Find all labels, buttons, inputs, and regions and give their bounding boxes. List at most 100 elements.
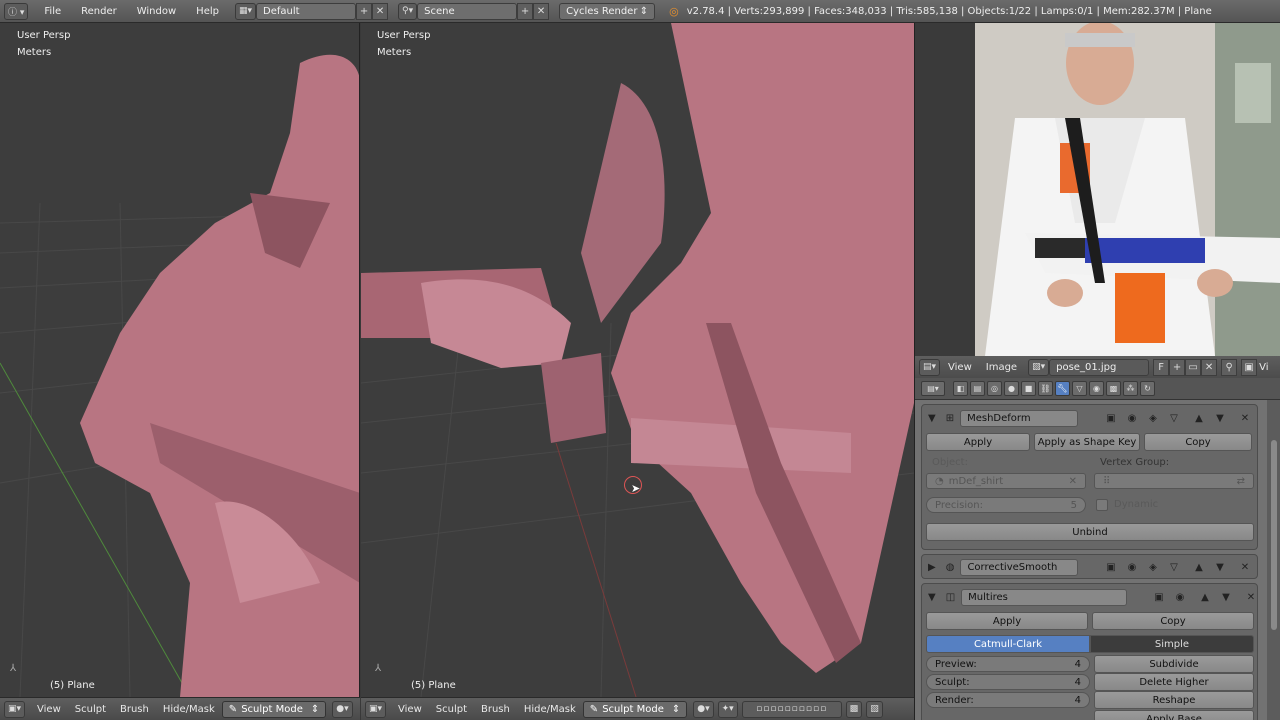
add-layout-button[interactable]: + — [356, 2, 373, 20]
remove-modifier-icon[interactable]: ✕ — [1243, 589, 1259, 605]
scrollbar-thumb[interactable] — [1271, 440, 1277, 630]
fake-user-button[interactable]: F — [1153, 358, 1170, 376]
object-field[interactable]: ◔ mDef_shirt ✕ — [926, 473, 1086, 489]
apply-as-shape-key-button[interactable]: Apply as Shape Key — [1034, 433, 1140, 451]
menu-help[interactable]: Help — [196, 6, 219, 17]
viewport-main[interactable]: User Persp Meters ➤ ⅄ (5) Plane — [361, 23, 914, 697]
render-levels-field[interactable]: Render: 4 — [926, 692, 1090, 708]
menu-brush[interactable]: Brush — [481, 704, 510, 715]
menu-file[interactable]: File — [44, 6, 61, 17]
menu-window[interactable]: Window — [137, 6, 176, 17]
material-tab-icon[interactable]: ◉ — [1089, 381, 1104, 396]
menu-sculpt[interactable]: Sculpt — [436, 704, 467, 715]
open-image-icon[interactable]: ▭ — [1185, 358, 1202, 376]
move-down-icon[interactable]: ▼ — [1212, 559, 1228, 575]
vertex-group-field[interactable]: ⠿ ⇄ — [1094, 473, 1254, 489]
precision-field[interactable]: Precision: 5 — [926, 497, 1086, 513]
editor-type-icon[interactable]: ▣▾ — [4, 700, 26, 718]
menu-view[interactable]: View — [37, 704, 61, 715]
shading-icon[interactable]: ●▾ — [332, 700, 353, 718]
unlink-image-icon[interactable]: ✕ — [1201, 358, 1218, 376]
visibility-eye-icon[interactable]: ◉ — [1124, 410, 1140, 426]
invert-icon[interactable]: ⇄ — [1237, 476, 1245, 487]
move-down-icon[interactable]: ▼ — [1212, 410, 1228, 426]
screen-layout-icon[interactable]: ▦▾ — [234, 2, 257, 20]
catmull-clark-toggle[interactable]: Catmull-Clark — [926, 635, 1090, 653]
scene-tab-icon[interactable]: ◎ — [987, 381, 1002, 396]
scene-icon[interactable]: ⚲▾ — [398, 2, 418, 20]
reshape-button[interactable]: Reshape — [1094, 691, 1254, 709]
dynamic-checkbox[interactable] — [1096, 499, 1108, 511]
menu-view[interactable]: View — [948, 362, 972, 373]
render-preview-icon[interactable]: ▩ — [845, 700, 863, 718]
pin-icon[interactable]: ⚲ — [1221, 358, 1238, 376]
shading-icon[interactable]: ●▾ — [693, 700, 714, 718]
remove-layout-button[interactable]: ✕ — [372, 2, 389, 20]
remove-scene-button[interactable]: ✕ — [533, 2, 550, 20]
scene-field[interactable]: Scene — [417, 2, 518, 20]
menu-brush[interactable]: Brush — [120, 704, 149, 715]
collapse-arrow-icon[interactable]: ▼ — [928, 592, 936, 603]
expand-arrow-icon[interactable]: ▶ — [928, 562, 936, 573]
screen-layout-field[interactable]: Default — [256, 2, 357, 20]
remove-modifier-icon[interactable]: ✕ — [1237, 410, 1253, 426]
menu-render[interactable]: Render — [81, 6, 117, 17]
editor-type-icon[interactable]: ▣▾ — [365, 700, 387, 718]
editor-type-icon[interactable]: ▤▾ — [919, 358, 941, 376]
apply-button[interactable]: Apply — [926, 612, 1088, 630]
modifiers-tab-icon[interactable]: 🔧︎ — [1055, 381, 1070, 396]
menu-sculpt[interactable]: Sculpt — [75, 704, 106, 715]
render-layers-tab-icon[interactable]: ▤ — [970, 381, 985, 396]
move-up-icon[interactable]: ▲ — [1191, 410, 1207, 426]
render-toggle-icon[interactable]: ◈ — [1145, 559, 1161, 575]
copy-button[interactable]: Copy — [1144, 433, 1252, 451]
data-tab-icon[interactable]: ▽ — [1072, 381, 1087, 396]
preview-levels-field[interactable]: Preview: 4 — [926, 656, 1090, 672]
physics-tab-icon[interactable]: ↻ — [1140, 381, 1155, 396]
remove-modifier-icon[interactable]: ✕ — [1237, 559, 1253, 575]
image-name-field[interactable]: pose_01.jpg — [1049, 358, 1150, 376]
delete-higher-button[interactable]: Delete Higher — [1094, 673, 1254, 691]
menu-hide-mask[interactable]: Hide/Mask — [524, 704, 576, 715]
new-image-icon[interactable]: + — [1169, 358, 1186, 376]
simple-toggle[interactable]: Simple — [1090, 635, 1254, 653]
clear-x-icon[interactable]: ✕ — [1069, 476, 1077, 487]
visibility-eye-icon[interactable]: ◉ — [1172, 589, 1188, 605]
menu-view[interactable]: View — [398, 704, 422, 715]
image-browse-icon[interactable]: ▧▾ — [1028, 358, 1050, 376]
mode-select[interactable]: ✎ Sculpt Mode ⇕ — [221, 700, 327, 718]
editor-type-icon[interactable]: ▤▾ — [921, 381, 945, 396]
editmode-toggle-icon[interactable]: ▣ — [1103, 410, 1119, 426]
layers-icon[interactable]: ▫▫▫▫▫▫▫▫▫▫ — [741, 700, 842, 718]
menu-image[interactable]: Image — [986, 362, 1017, 373]
modifier-name-field[interactable]: Multires — [961, 588, 1128, 606]
collapse-arrow-icon[interactable]: ▼ — [928, 413, 936, 424]
cage-toggle-icon[interactable]: ▽ — [1166, 410, 1182, 426]
apply-base-button[interactable]: Apply Base — [1094, 710, 1254, 720]
cage-toggle-icon[interactable]: ▽ — [1166, 559, 1182, 575]
opengl-render-icon[interactable]: ▧ — [866, 700, 883, 718]
add-scene-button[interactable]: + — [517, 2, 534, 20]
object-tab-icon[interactable]: ■ — [1021, 381, 1036, 396]
move-up-icon[interactable]: ▲ — [1191, 559, 1207, 575]
subdivide-button[interactable]: Subdivide — [1094, 655, 1254, 673]
render-toggle-icon[interactable]: ◈ — [1145, 410, 1161, 426]
modifier-name-field[interactable]: MeshDeform — [960, 409, 1079, 427]
render-engine-select[interactable]: Cycles Render ⇕ — [559, 2, 656, 20]
texture-tab-icon[interactable]: ▩ — [1106, 381, 1121, 396]
viewport-left[interactable]: User Persp Meters ⅄ (5) Plane — [0, 23, 360, 697]
reference-image[interactable] — [915, 23, 1280, 356]
view-overflow-label[interactable]: Vi — [1259, 362, 1268, 373]
particles-tab-icon[interactable]: ⁂ — [1123, 381, 1138, 396]
sculpt-levels-field[interactable]: Sculpt: 4 — [926, 674, 1090, 690]
visibility-eye-icon[interactable]: ◉ — [1124, 559, 1140, 575]
constraints-tab-icon[interactable]: ⛓ — [1038, 381, 1053, 396]
view-mode-icon[interactable]: ▣ — [1241, 358, 1258, 376]
world-tab-icon[interactable]: ● — [1004, 381, 1019, 396]
move-up-icon[interactable]: ▲ — [1197, 589, 1213, 605]
menu-hide-mask[interactable]: Hide/Mask — [163, 704, 215, 715]
mode-select[interactable]: ✎ Sculpt Mode ⇕ — [582, 700, 688, 718]
editmode-toggle-icon[interactable]: ▣ — [1151, 589, 1167, 605]
apply-button[interactable]: Apply — [926, 433, 1030, 451]
modifier-name-field[interactable]: CorrectiveSmooth — [960, 558, 1079, 576]
